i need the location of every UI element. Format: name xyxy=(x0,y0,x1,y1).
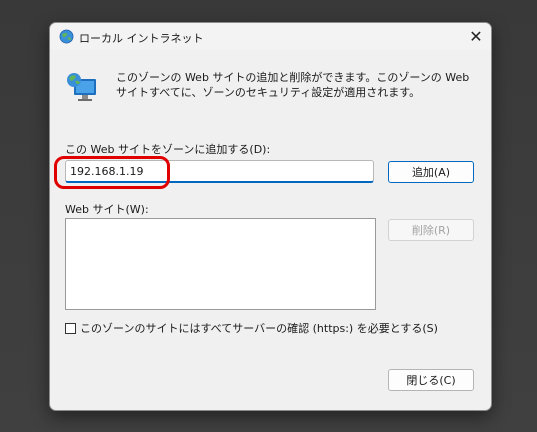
add-button[interactable]: 追加(A) xyxy=(388,161,474,183)
globe-monitor-icon xyxy=(67,73,96,101)
websites-list[interactable] xyxy=(65,218,376,310)
globe-network-icon xyxy=(59,29,74,44)
close-window-button[interactable]: ✕ xyxy=(461,23,491,50)
require-https-checkbox[interactable] xyxy=(65,322,76,334)
window-title: ローカル イントラネット xyxy=(79,32,204,45)
title-bar: ローカル イントラネット ✕ xyxy=(50,23,491,50)
info-text: このゾーンの Web サイトの追加と削除ができます。このゾーンの Web サイト… xyxy=(116,71,470,99)
require-https-option[interactable]: このゾーンのサイトにはすべてサーバーの確認 (https:) を必要とする(S) xyxy=(65,320,438,336)
local-intranet-dialog: ローカル イントラネット ✕ このゾーンの Web サイトの追加と削除ができます… xyxy=(49,22,492,411)
remove-button[interactable]: 削除(R) xyxy=(388,219,474,241)
require-https-label: このゾーンのサイトにはすべてサーバーの確認 (https:) を必要とする(S) xyxy=(80,322,438,335)
add-site-input[interactable] xyxy=(65,160,374,183)
desktop-background: ローカル イントラネット ✕ このゾーンの Web サイトの追加と削除ができます… xyxy=(0,0,537,432)
websites-label: Web サイト(W): xyxy=(65,203,149,216)
close-button[interactable]: 閉じる(C) xyxy=(388,369,474,391)
close-icon: ✕ xyxy=(469,27,483,46)
add-site-label: この Web サイトをゾーンに追加する(D): xyxy=(65,143,271,156)
